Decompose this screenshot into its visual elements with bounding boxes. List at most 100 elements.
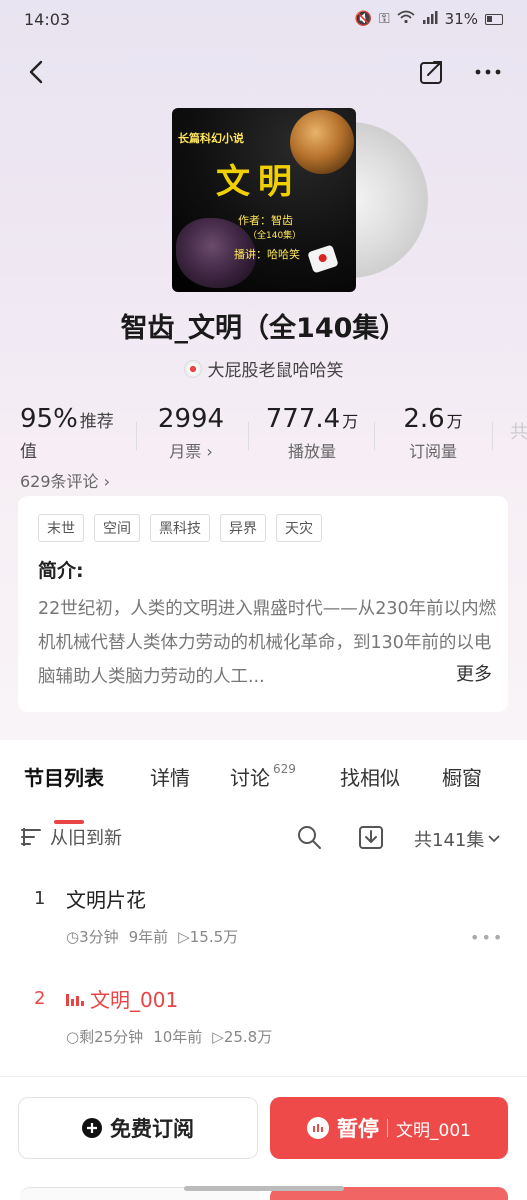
stat-divider	[492, 422, 493, 450]
cover-author: 作者：智齿	[238, 214, 293, 227]
tab-discussion[interactable]: 讨论 629	[230, 762, 296, 791]
discussion-count-badge: 629	[273, 762, 296, 776]
tab-details[interactable]: 详情	[150, 762, 190, 791]
play-pause-button[interactable]: 暂停 文明_001	[270, 1097, 508, 1159]
episode-title-row: 文明_001	[66, 984, 178, 1013]
anchor-name: 大屁股老鼠哈哈笑	[207, 361, 344, 381]
episode-age: 9年前	[128, 928, 169, 946]
clock-icon: ◷	[66, 928, 80, 946]
search-icon	[298, 826, 321, 849]
tag-item[interactable]: 异界	[220, 514, 266, 542]
search-episodes-button[interactable]	[296, 824, 324, 852]
status-time: 14:03	[24, 9, 71, 29]
anchor-row[interactable]: 大屁股老鼠哈哈笑	[0, 356, 527, 381]
stat-overflow-hint: 共	[510, 422, 527, 443]
episode-more-button[interactable]: •••	[470, 928, 504, 947]
back-button[interactable]	[18, 54, 54, 90]
intro-text: 22世纪初，人类的文明进入鼎盛时代——从230年前以内燃机机械代替人类体力劳动的…	[38, 599, 497, 687]
stat-recommend[interactable]: 95% 推荐值 629条评论 ›	[20, 404, 120, 492]
play-separator	[387, 1119, 389, 1137]
episode-row[interactable]: 2 文明_001 ○剩25分钟 10年前 ▷25.8万	[0, 982, 527, 1072]
intro-more-link[interactable]: 更多	[444, 660, 492, 686]
batch-download-button[interactable]	[358, 824, 386, 852]
cover-reader: 播讲：哈哈笑	[234, 248, 300, 261]
episode-age: 10年前	[153, 1028, 203, 1046]
stat-plays-label: 播放量	[287, 442, 336, 461]
remaining-item: ○剩25分钟	[66, 1028, 144, 1046]
status-bar: 14:03 🔇 ⚿ 31%	[0, 0, 527, 38]
stat-plays-value: 777.4	[265, 404, 341, 434]
intro-heading: 简介:	[38, 560, 84, 582]
playing-bars-icon	[66, 992, 84, 1006]
tag-item[interactable]: 黑科技	[150, 514, 210, 542]
progress-ring-icon: ○	[66, 1028, 80, 1046]
more-dots-icon	[475, 69, 501, 75]
tab-showcase[interactable]: 橱窗	[442, 762, 482, 791]
episode-number: 1	[34, 888, 46, 909]
stat-subs-value: 2.6	[403, 404, 445, 434]
stat-recommend-label: 629条评论 ›	[20, 472, 111, 491]
episode-number: 2	[34, 988, 46, 1009]
plays-item: ▷25.8万	[212, 1028, 273, 1046]
mute-icon: 🔇	[354, 11, 372, 27]
share-button[interactable]	[414, 54, 450, 90]
tab-program-list[interactable]: 节目列表	[24, 762, 104, 791]
stat-subs-unit: 万	[446, 412, 463, 431]
cover-logo	[307, 244, 339, 274]
cover-count: （全140集）	[248, 231, 302, 241]
tag-item[interactable]: 空间	[94, 514, 140, 542]
cover-tag: 长篇科幻小说	[178, 132, 244, 145]
subscribe-button[interactable]: 免费订阅	[18, 1097, 258, 1159]
current-episode-label: 文明_001	[396, 1120, 471, 1141]
sort-label: 从旧到新	[50, 828, 122, 849]
plays-item: ▷15.5万	[178, 928, 239, 946]
stat-plays-unit: 万	[342, 412, 359, 431]
episode-count-dropdown[interactable]: 共141集	[414, 826, 500, 852]
tab-similar[interactable]: 找相似	[340, 762, 400, 791]
stat-recommend-value: 95%	[20, 404, 78, 434]
episode-count: 共141集	[414, 830, 485, 851]
anchor-avatar	[183, 359, 202, 378]
cover-title: 文明	[216, 162, 300, 202]
bottom-action-bar: 免费订阅 暂停 文明_001	[0, 1076, 527, 1200]
episode-row[interactable]: 1 文明片花 ◷3分钟 9年前 ▷15.5万 •••	[0, 882, 527, 972]
sort-icon	[21, 828, 41, 846]
stat-divider	[248, 422, 249, 450]
battery-percent: 31%	[444, 10, 478, 28]
nav-bar	[0, 48, 527, 98]
episode-meta: ◷3分钟 9年前 ▷15.5万	[66, 926, 238, 947]
key-icon: ⚿	[379, 11, 390, 27]
album-title: 智齿_文明（全140集）	[120, 313, 407, 344]
wifi-icon	[397, 10, 415, 28]
episode-meta: ○剩25分钟 10年前 ▷25.8万	[66, 1026, 272, 1047]
tab-bar: 节目列表 详情 讨论 629 找相似 橱窗	[0, 762, 527, 824]
play-count-icon: ▷	[178, 928, 190, 946]
stat-divider	[136, 422, 137, 450]
album-cover[interactable]: 长篇科幻小说 文明 作者：智齿 （全140集） 播讲：哈哈笑	[172, 108, 428, 292]
cover-art: 长篇科幻小说 文明 作者：智齿 （全140集） 播讲：哈哈笑	[172, 108, 356, 292]
tag-item[interactable]: 末世	[38, 514, 84, 542]
status-icons: 🔇 ⚿ 31%	[355, 10, 503, 28]
share-icon	[420, 61, 442, 84]
battery-icon	[485, 13, 503, 25]
download-icon	[359, 826, 383, 849]
list-toolbar: 从旧到新 共141集	[0, 822, 527, 856]
sort-order-button[interactable]: 从旧到新	[20, 824, 122, 850]
tag-list: 末世 空间 黑科技 异界 天灾	[38, 514, 322, 542]
subscribe-label: 免费订阅	[110, 1117, 194, 1141]
pause-icon	[307, 1117, 330, 1139]
signal-icon	[422, 10, 438, 28]
chevron-down-icon	[488, 835, 500, 843]
more-button[interactable]	[470, 54, 506, 90]
stat-tickets-value: 2994	[157, 404, 225, 434]
stat-tickets-label: 月票 ›	[169, 442, 213, 461]
home-indicator[interactable]	[184, 1186, 344, 1191]
stat-subscriptions: 2.6 万 订阅量	[388, 404, 478, 462]
chevron-left-icon	[29, 60, 43, 84]
stat-monthly-tickets[interactable]: 2994 月票 ›	[148, 404, 234, 462]
stat-plays: 777.4 万 播放量	[260, 404, 364, 462]
play-pause-label: 暂停	[337, 1117, 380, 1141]
tag-item[interactable]: 天灾	[276, 514, 322, 542]
plus-circle-icon	[82, 1118, 102, 1138]
stat-subs-label: 订阅量	[408, 442, 457, 461]
